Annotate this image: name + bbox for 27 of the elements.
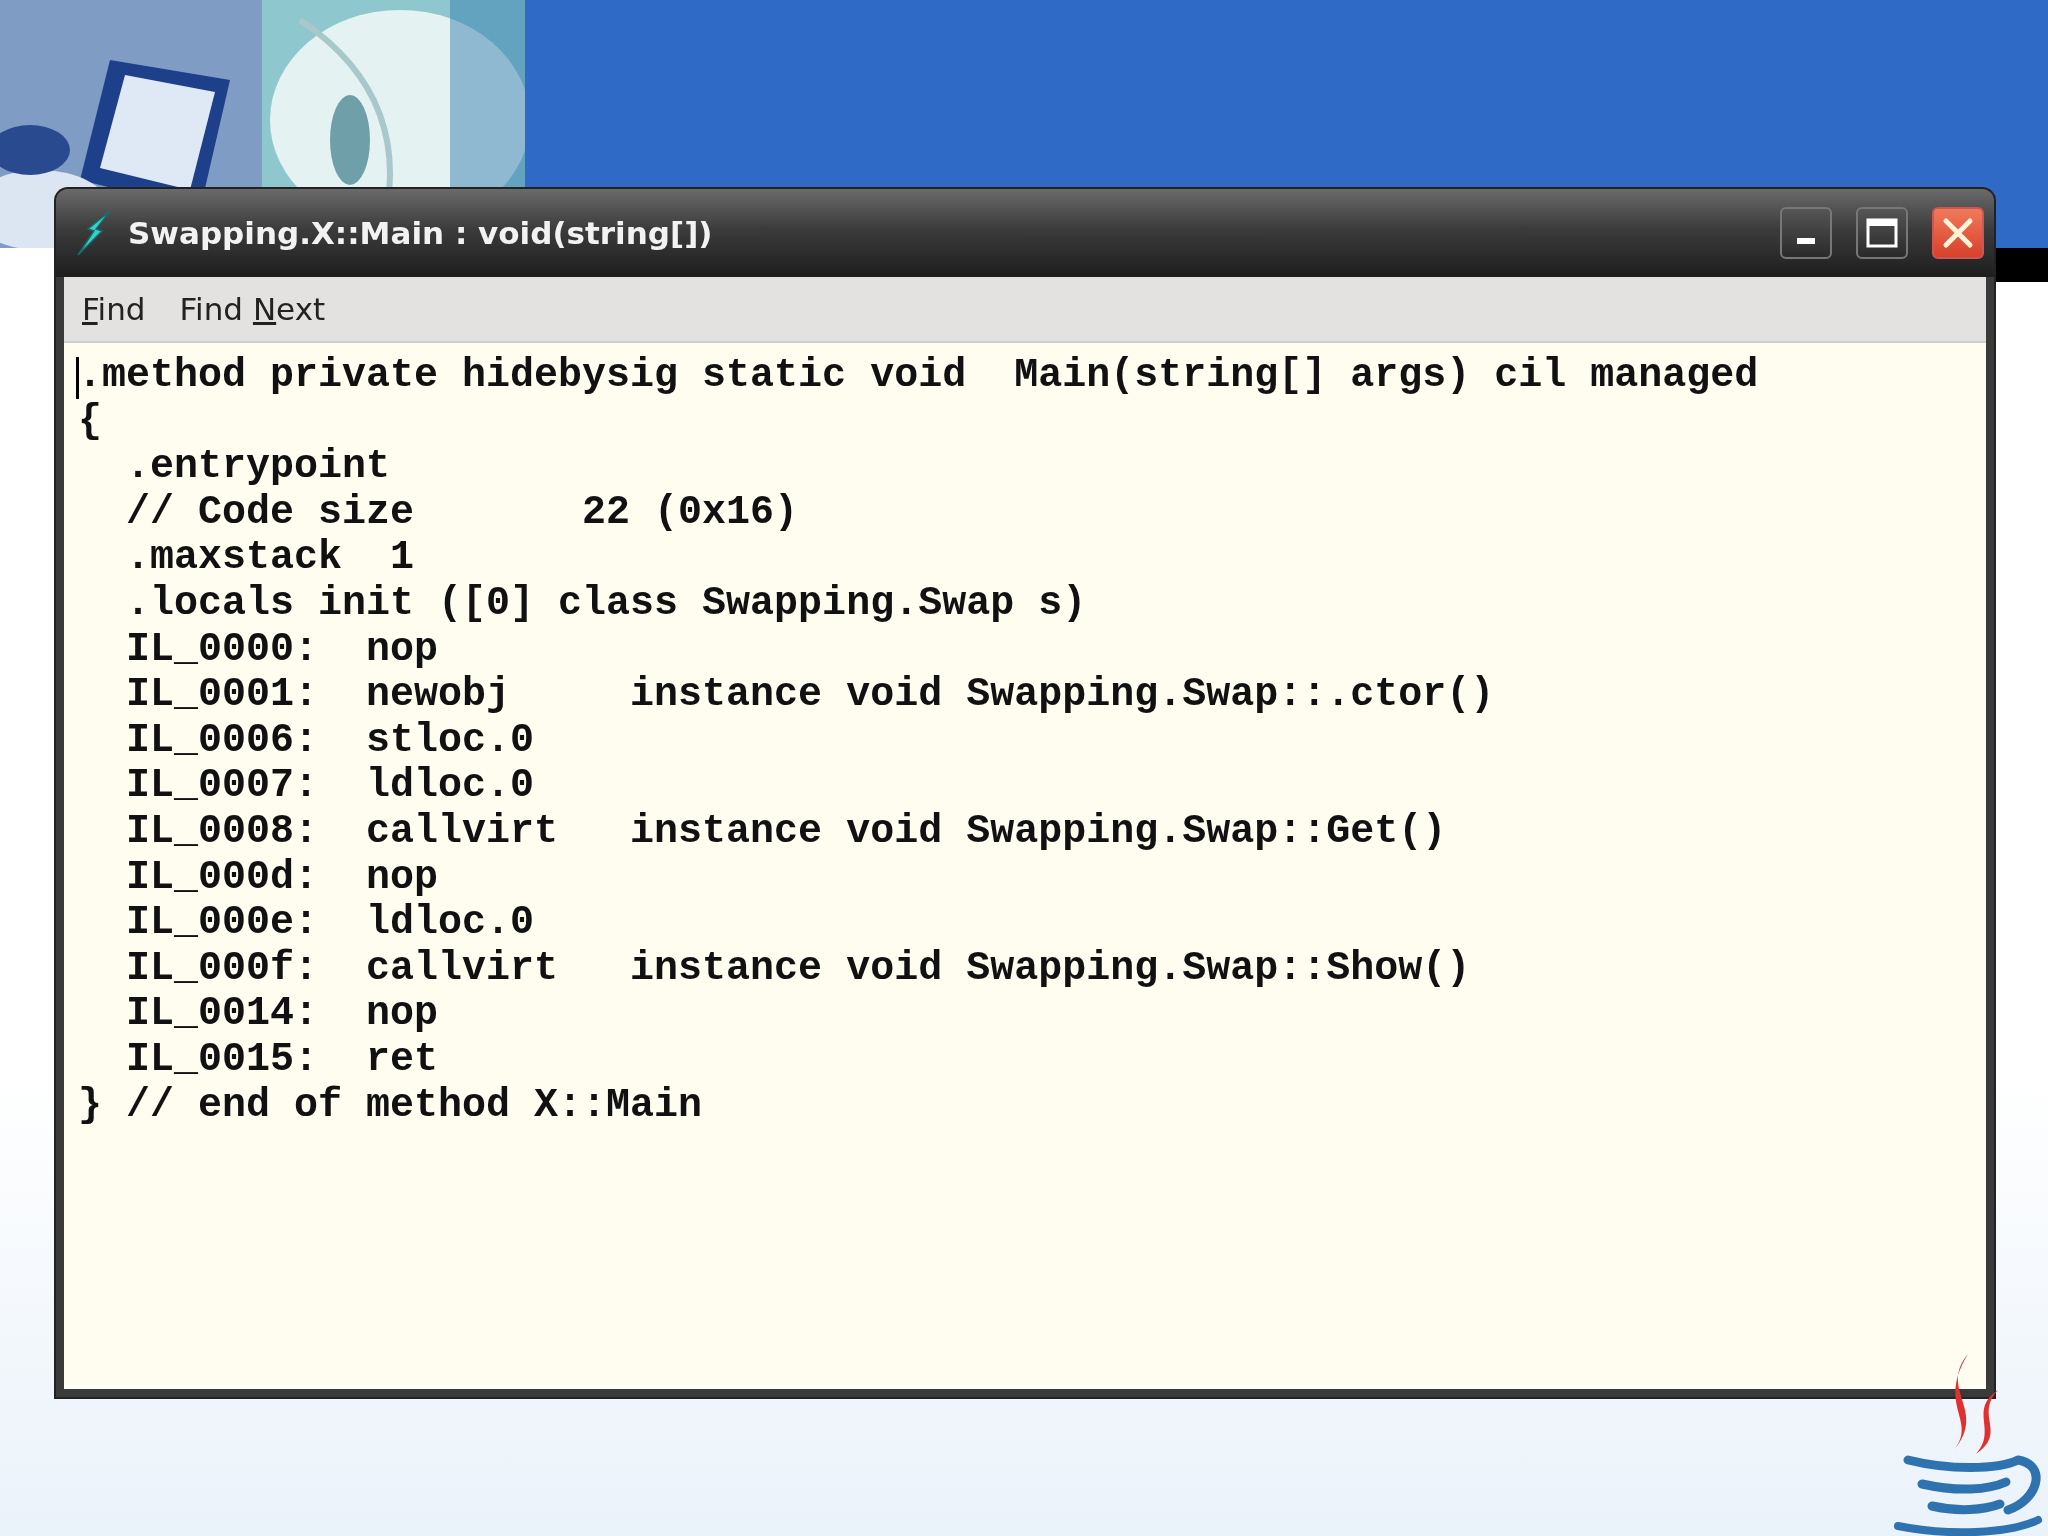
code-line: IL_000e: ldloc.0 xyxy=(125,900,536,946)
code-line: IL_0006: stloc.0 xyxy=(125,717,536,764)
code-line: .entrypoint xyxy=(125,444,392,490)
window-title: Swapping.X::Main : void(string[]) xyxy=(128,215,714,251)
code-line: .maxstack 1 xyxy=(125,535,416,581)
menu-item[interactable]: Find Next xyxy=(179,291,326,327)
code-line: IL_0008: callvirt instance void Swapping.Swap::Get() xyxy=(125,808,1448,855)
code-line: IL_000d: nop xyxy=(125,854,440,901)
text-cursor xyxy=(76,357,79,399)
code-line: IL_0007: ldloc.0 xyxy=(125,763,536,809)
menu-item[interactable]: Find xyxy=(82,291,146,327)
code-line: IL_0000: nop xyxy=(125,626,440,673)
maximize-icon xyxy=(1866,218,1898,248)
code-line: // Code size 22 (0x16) xyxy=(125,489,800,536)
code-line: .locals init ([0] class Swapping.Swap s) xyxy=(125,580,1088,627)
code-line: IL_0001: newobj instance void Swapping.Swap::.ctor() xyxy=(125,672,1496,718)
code-line: } // end of method X::Main xyxy=(78,1082,704,1129)
code-line: IL_0015: ret xyxy=(125,1036,440,1083)
code-line: IL_000f: callvirt instance void Swapping.Swap::Show() xyxy=(125,945,1472,992)
minimize-button[interactable] xyxy=(1780,207,1832,259)
maximize-button[interactable] xyxy=(1856,207,1908,259)
code-line: .method private hidebysig static void Main(string[] args) cil managed xyxy=(78,353,1760,399)
close-button[interactable] xyxy=(1932,207,1984,259)
code-line: IL_0014: nop xyxy=(125,991,440,1037)
close-icon xyxy=(1942,217,1974,249)
code-line: { xyxy=(78,398,103,445)
minimize-icon xyxy=(1797,238,1815,244)
